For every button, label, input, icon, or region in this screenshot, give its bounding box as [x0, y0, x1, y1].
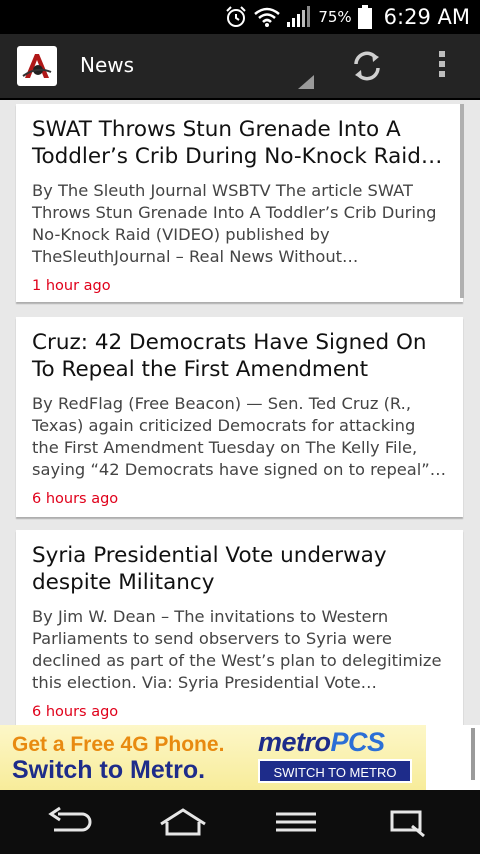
article-title[interactable]: Syria Presidential Vote underway despite…: [32, 542, 447, 596]
navigation-bar: [0, 790, 480, 854]
app-title[interactable]: News: [80, 53, 134, 77]
article-card[interactable]: Syria Presidential Vote underway despite…: [16, 530, 463, 725]
recent-apps-icon[interactable]: [376, 804, 436, 840]
ad-brand-logo: metroPCS: [258, 727, 385, 758]
article-card[interactable]: Cruz: 42 Democrats Have Signed On To Rep…: [16, 317, 463, 517]
article-title[interactable]: SWAT Throws Stun Grenade Into A Toddler’…: [32, 116, 447, 170]
menu-icon[interactable]: [266, 804, 326, 840]
ad-scroll-indicator: [471, 728, 475, 780]
article-summary: By Jim W. Dean – The invitations to West…: [32, 607, 442, 692]
ad-brand-metro: metro: [258, 727, 331, 757]
back-icon[interactable]: [42, 804, 102, 840]
article-time: 1 hour ago: [32, 278, 111, 294]
app-logo-icon[interactable]: [17, 46, 57, 86]
alarm-icon: [224, 5, 248, 29]
ad-headline: Get a Free 4G Phone.: [12, 733, 225, 756]
ad-banner[interactable]: Get a Free 4G Phone. Switch to Metro. me…: [0, 725, 426, 790]
signal-icon: [286, 6, 311, 28]
clock: 6:29 AM: [383, 5, 470, 29]
refresh-icon[interactable]: [350, 49, 384, 83]
ad-switch-button[interactable]: SWITCH TO METRO: [258, 759, 412, 783]
battery-percent: 75%: [318, 8, 352, 26]
home-icon[interactable]: [153, 804, 213, 840]
article-time: 6 hours ago: [32, 704, 119, 720]
news-feed[interactable]: SWAT Throws Stun Grenade Into A Toddler’…: [0, 98, 480, 725]
action-bar: News: [0, 34, 480, 100]
dropdown-indicator-icon[interactable]: [298, 75, 314, 89]
battery-icon: [357, 5, 372, 29]
wifi-icon: [254, 6, 281, 28]
ad-brand-pcs: PCS: [330, 727, 386, 757]
article-summary: By RedFlag (Free Beacon) — Sen. Ted Cruz…: [32, 394, 447, 479]
status-icons: 75% 6:29 AM: [224, 0, 470, 34]
status-bar: 75% 6:29 AM: [0, 0, 480, 34]
ad-subheadline: Switch to Metro.: [12, 756, 206, 784]
overflow-menu-icon[interactable]: [436, 51, 448, 81]
article-summary: By The Sleuth Journal WSBTV The article …: [32, 181, 437, 266]
article-card[interactable]: SWAT Throws Stun Grenade Into A Toddler’…: [16, 104, 463, 302]
scrollbar[interactable]: [460, 104, 464, 298]
article-time: 6 hours ago: [32, 491, 119, 507]
article-title[interactable]: Cruz: 42 Democrats Have Signed On To Rep…: [32, 329, 447, 383]
